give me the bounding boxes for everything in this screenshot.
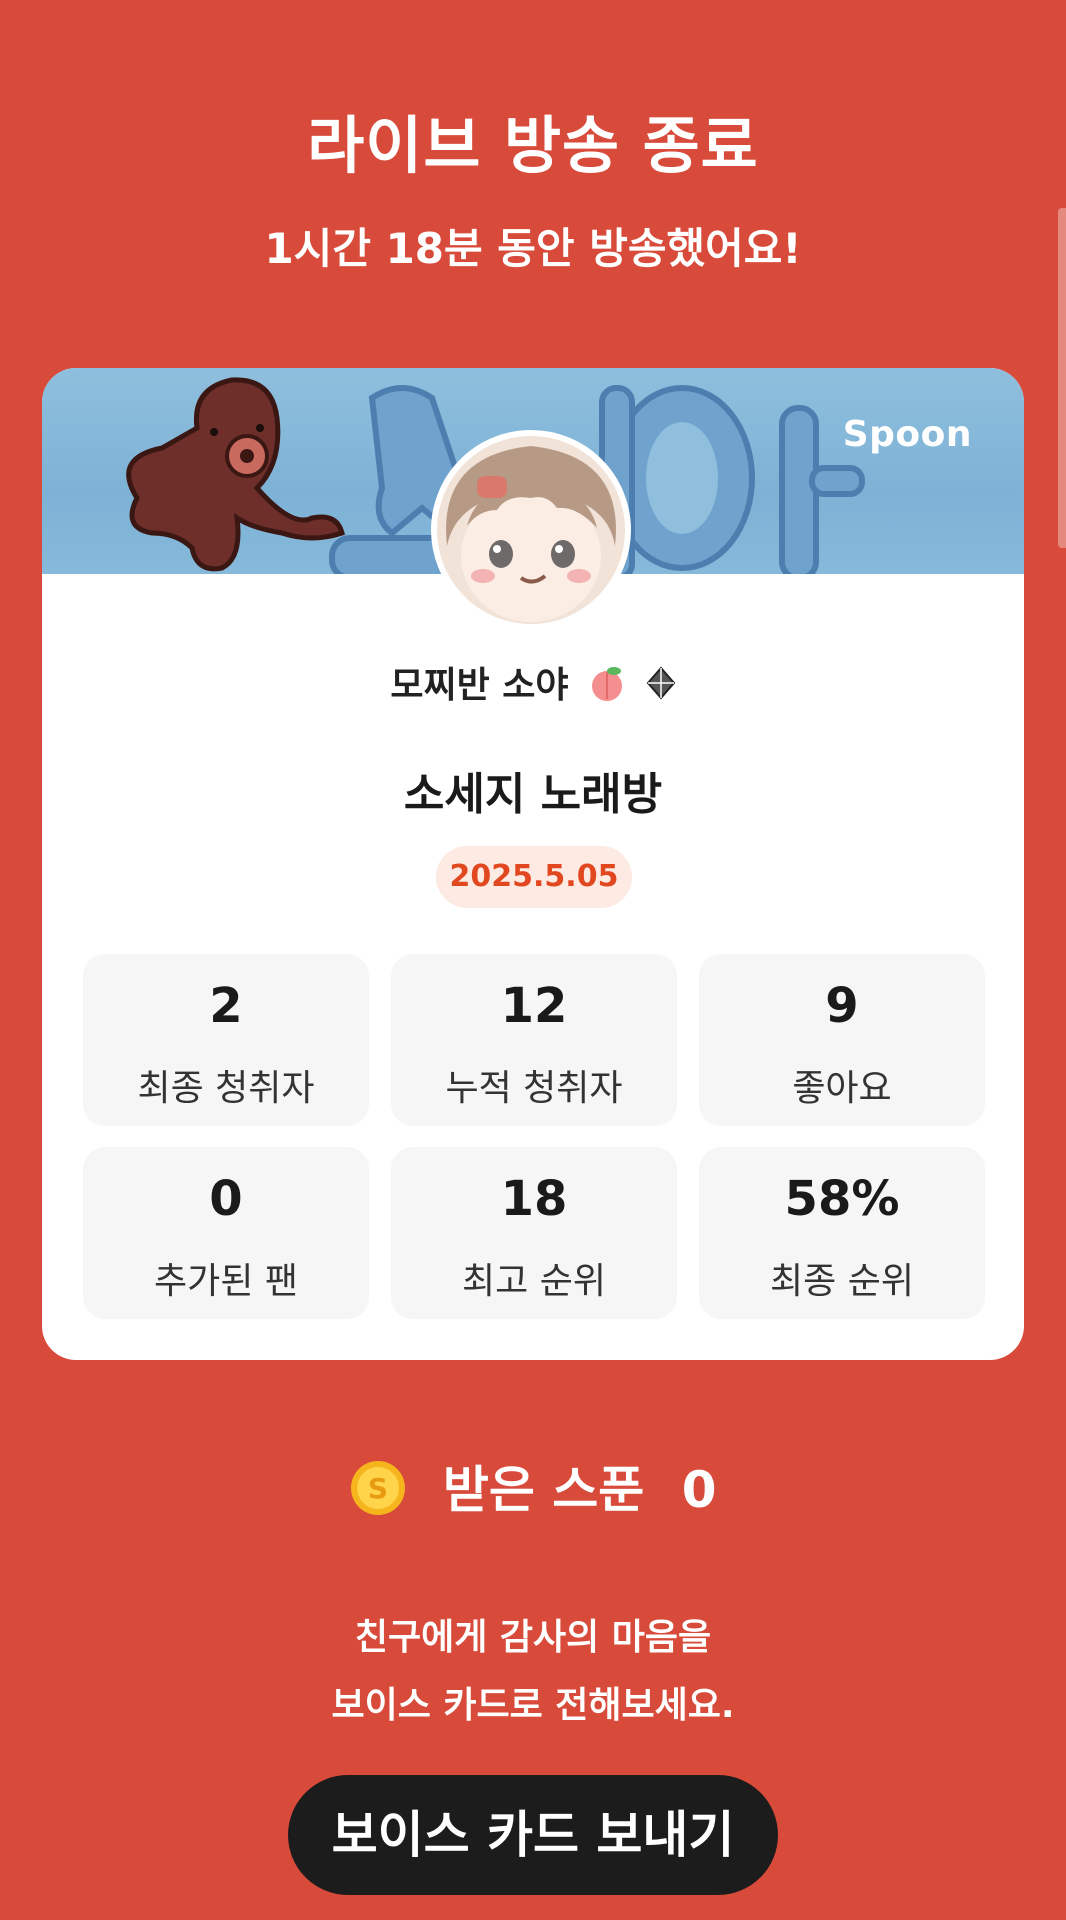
dj-name-row: 모찌반 소야 — [42, 656, 1024, 712]
stat-final-rank: 58% 최종 순위 — [699, 1147, 985, 1319]
stat-label: 추가된 팬 — [154, 1261, 298, 1302]
spoons-value: 0 — [681, 1461, 717, 1519]
stat-new-fans: 0 추가된 팬 — [83, 1147, 369, 1319]
stat-label: 좋아요 — [792, 1068, 892, 1109]
peach-icon — [587, 663, 627, 712]
broadcast-duration: 1시간 18분 동안 방송했어요! — [264, 224, 802, 273]
stat-value: 18 — [500, 1171, 568, 1227]
stat-value: 58% — [784, 1171, 900, 1227]
stat-label: 최종 순위 — [770, 1261, 914, 1302]
stat-label: 누적 청취자 — [445, 1068, 623, 1109]
stat-best-rank: 18 최고 순위 — [391, 1147, 677, 1319]
stat-total-listeners: 12 누적 청취자 — [391, 954, 677, 1126]
svg-text:S: S — [368, 1472, 388, 1505]
send-voice-card-button[interactable]: 보이스 카드 보내기 — [288, 1775, 778, 1895]
thanks-message-line2: 보이스 카드로 전해보세요. — [331, 1685, 735, 1726]
avatar[interactable] — [431, 430, 631, 630]
thanks-message-line1: 친구에게 감사의 마음을 — [354, 1617, 712, 1658]
stat-label: 최종 청취자 — [137, 1068, 315, 1109]
spoon-coin-icon: S — [349, 1459, 407, 1529]
stat-value: 0 — [209, 1171, 243, 1227]
broadcast-date: 2025.5.05 — [436, 846, 632, 908]
spoons-label: 받은 스푼 — [442, 1461, 645, 1519]
stat-final-listeners: 2 최종 청취자 — [83, 954, 369, 1126]
stat-value: 12 — [500, 978, 568, 1034]
badge-icon — [646, 665, 676, 709]
received-spoons: S 받은 스푼 0 — [0, 1450, 1066, 1529]
scrollbar[interactable] — [1058, 208, 1066, 548]
stat-value: 2 — [209, 978, 243, 1034]
spoon-brand-logo: Spoon — [842, 414, 972, 455]
stat-value: 9 — [825, 978, 859, 1034]
broadcast-summary-card: Spoon 모찌반 소야 소세지 노래방 2025.5.05 2 최종 청취자 … — [42, 368, 1024, 1360]
dj-name: 모찌반 소야 — [390, 665, 569, 706]
stat-label: 최고 순위 — [462, 1261, 606, 1302]
stat-likes: 9 좋아요 — [699, 954, 985, 1126]
broadcast-title: 소세지 노래방 — [403, 769, 663, 820]
page-title: 라이브 방송 종료 — [307, 109, 759, 182]
